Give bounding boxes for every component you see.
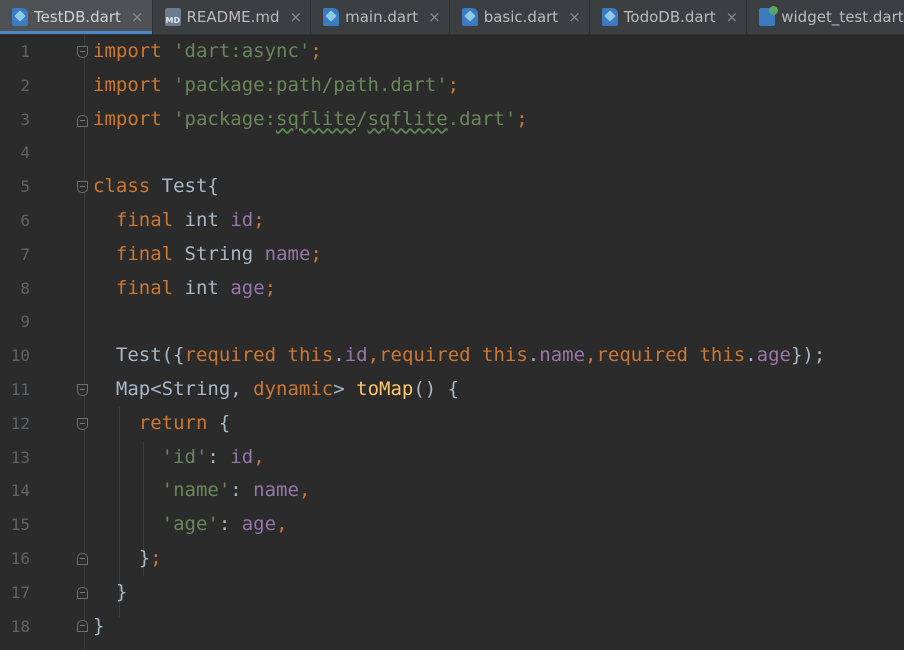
fold-expand-icon[interactable] [77,115,88,127]
close-tab-icon[interactable]: × [726,8,739,26]
code-line-6: final int id; [115,209,265,231]
fold-collapse-icon[interactable] [77,181,88,193]
fold-expand-icon[interactable] [77,553,88,565]
line-number: 9 [20,312,30,332]
code-editor[interactable]: 1 2 3 4 5 6 7 8 9 10 11 12 13 14 15 16 1… [0,35,904,650]
line-number: 10 [10,346,30,366]
code-line-7: final String name; [115,242,322,265]
line-number: 2 [20,75,30,95]
tab-widget-test-dart[interactable]: widget_test.dart × [747,0,904,34]
line-number: 6 [20,211,30,230]
line-number: 4 [20,143,30,163]
dart-test-file-icon [759,6,779,26]
fold-collapse-icon[interactable] [77,46,88,58]
close-tab-icon[interactable]: × [428,8,441,26]
code-line-2: import 'package:path/path.dart'; [93,73,460,96]
code-line-17: } [115,580,128,603]
tab-label: README.md [186,8,280,26]
line-number: 16 [10,549,30,568]
code-line-16: }; [138,547,162,569]
line-number: 13 [10,447,30,467]
code-line-18: } [93,614,105,637]
code-line-3: import 'package:sqflite/sqflite.dart'; [93,107,528,130]
tab-label: TodoDB.dart [623,8,716,26]
line-number-gutter: 1 2 3 4 5 6 7 8 9 10 11 12 13 14 15 16 1… [0,35,85,650]
tab-main-dart[interactable]: main.dart × [311,0,450,34]
code-line-14: 'name': name, [161,479,311,502]
line-number: 12 [10,413,30,433]
dart-file-icon [461,8,478,26]
dart-file-icon [12,8,28,26]
line-number: 17 [10,582,30,602]
code-line-13: 'id': id, [161,445,265,468]
line-number: 15 [10,515,30,535]
line-number: 5 [20,177,30,197]
fold-collapse-icon[interactable] [77,384,88,396]
code-line-1: import 'dart:async'; [93,40,322,62]
tab-testdb-dart[interactable]: TestDB.dart × [0,0,153,34]
code-line-10: Test({required this.id,required this.nam… [115,344,826,367]
fold-collapse-icon[interactable] [77,418,88,430]
tab-label: TestDB.dart [34,8,121,26]
line-number: 18 [10,616,30,636]
code-line-15: 'age': age, [161,513,288,536]
dart-file-icon [323,8,340,26]
fold-expand-icon[interactable] [77,587,88,599]
fold-expand-icon[interactable] [77,620,88,632]
tab-readme-md[interactable]: README.md × [153,0,312,34]
line-number: 11 [10,380,30,399]
line-number: 8 [20,278,30,298]
editor-tab-bar: TestDB.dart × README.md × main.dart × ba… [0,0,904,35]
close-tab-icon[interactable]: × [568,8,581,26]
tab-label: basic.dart [483,8,559,26]
code-line-8: final int age; [115,276,277,299]
line-number: 14 [10,481,30,501]
tab-label: main.dart [345,8,419,26]
dart-file-icon [601,8,618,26]
line-number: 3 [20,109,30,129]
code-line-11: Map<String, dynamic> toMap() { [115,378,460,400]
tab-tododb-dart[interactable]: TodoDB.dart × [590,0,748,34]
close-tab-icon[interactable]: × [131,8,144,26]
tab-label: widget_test.dart [781,8,904,26]
tab-basic-dart[interactable]: basic.dart × [450,0,590,34]
line-number: 1 [20,42,30,61]
markdown-file-icon [164,8,181,26]
spelling-warning: sqflite [367,107,448,130]
spelling-warning: sqflite [276,107,357,130]
code-line-5: class Test{ [93,175,219,198]
code-line-12: return { [138,411,231,434]
line-number: 7 [20,244,30,264]
close-tab-icon[interactable]: × [290,8,303,26]
